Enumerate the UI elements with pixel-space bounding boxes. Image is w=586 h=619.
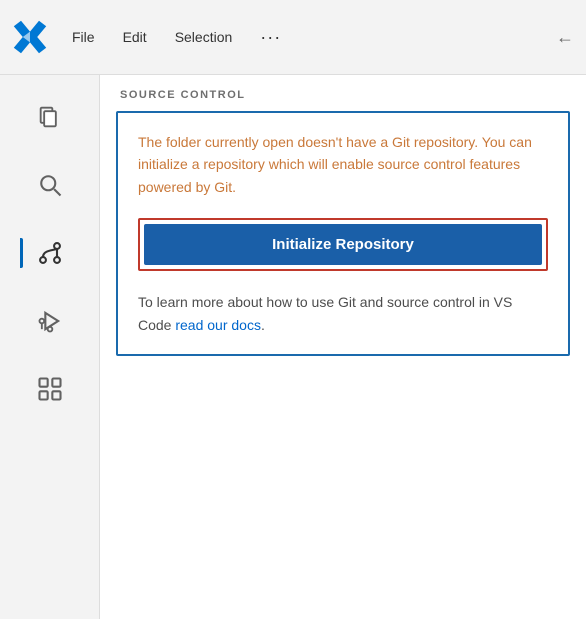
read-docs-link[interactable]: read our docs [175,317,261,333]
learn-more-suffix: . [261,317,265,333]
vscode-logo [12,19,48,55]
menu-edit[interactable]: Edit [117,25,153,49]
titlebar-menu: File Edit Selection ··· [66,23,538,52]
menu-selection[interactable]: Selection [169,25,239,49]
learn-more-text: To learn more about how to use Git and s… [138,291,548,336]
sidebar-item-source-control[interactable] [20,223,80,283]
content-area: The folder currently open doesn't have a… [100,111,586,619]
panel-header: SOURCE CONTROL [100,75,586,111]
sidebar-item-search[interactable] [20,155,80,215]
init-repo-button-wrapper: Initialize Repository [138,218,548,271]
sidebar-item-explorer[interactable] [20,87,80,147]
titlebar: File Edit Selection ··· ← [0,0,586,75]
back-button[interactable]: ← [556,27,574,48]
menu-file[interactable]: File [66,25,101,49]
activity-bar [0,75,100,619]
initialize-repository-button[interactable]: Initialize Repository [144,224,542,265]
info-text: The folder currently open doesn't have a… [138,131,548,198]
info-box: The folder currently open doesn't have a… [116,111,570,356]
sidebar-item-run-debug[interactable] [20,291,80,351]
source-control-panel: SOURCE CONTROL The folder currently open… [100,75,586,619]
sidebar-item-extensions[interactable] [20,359,80,419]
main-layout: SOURCE CONTROL The folder currently open… [0,75,586,619]
more-menu-button[interactable]: ··· [254,23,287,52]
